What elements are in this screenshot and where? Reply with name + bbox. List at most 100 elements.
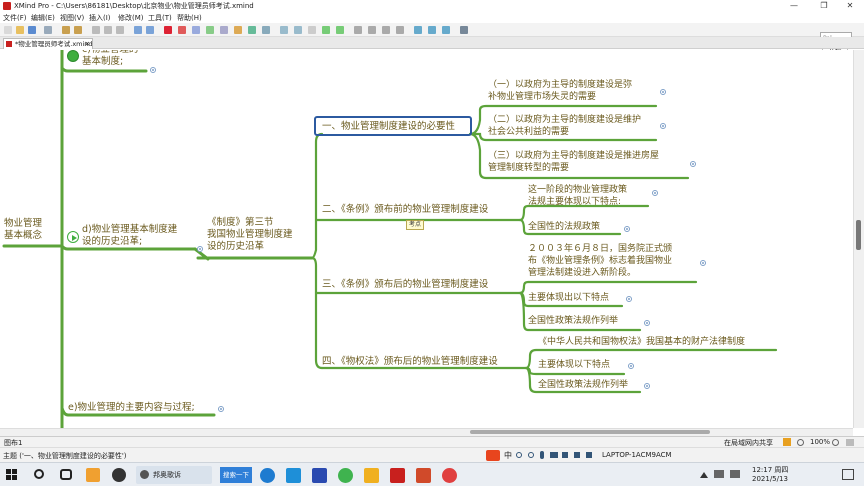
branch-1-necessity[interactable]: 一、物业管理制度建设的必要性 (322, 121, 455, 133)
b4-child-3[interactable]: 全国性政策法规作列举 (538, 379, 628, 391)
fit-icon[interactable] (308, 26, 316, 34)
upload-icon[interactable] (428, 26, 436, 34)
undo-icon[interactable] (62, 26, 70, 34)
menu-insert[interactable]: 插入(I) (89, 13, 111, 23)
clock-time[interactable]: 12:17 周四 (752, 465, 788, 475)
b3-child-1-toggle[interactable] (700, 260, 706, 266)
tray-expand-icon[interactable] (700, 470, 708, 478)
drill-down-icon[interactable] (322, 26, 330, 34)
collapse-toggle-d[interactable] (197, 246, 203, 252)
drill-up-icon[interactable] (336, 26, 344, 34)
open-folder-icon[interactable] (16, 26, 24, 34)
branch-2-before-regulation[interactable]: 二、《条例》颁布前的物业管理制度建设 (322, 204, 488, 216)
redo-icon[interactable] (74, 26, 82, 34)
menu-file[interactable]: 文件(F) (3, 13, 27, 23)
mindmap-canvas[interactable]: c)物业管理的 基本制度; 物业管理 基本概念 d)物业管理基本制度建 设的历史… (0, 50, 853, 428)
subtopic-icon[interactable] (146, 26, 154, 34)
b4-child-2-toggle[interactable] (628, 363, 634, 369)
relationship-icon[interactable] (192, 26, 200, 34)
vertical-scroll-thumb[interactable] (856, 220, 861, 250)
layout-icon[interactable] (354, 26, 362, 34)
style-icon[interactable] (396, 26, 404, 34)
b3-child-2[interactable]: 主要体现出以下特点 (528, 292, 609, 304)
microphone-icon[interactable] (540, 451, 544, 459)
zoom-level[interactable]: 100% (810, 438, 830, 446)
boundary-icon[interactable] (206, 26, 214, 34)
zoom-out-icon[interactable] (294, 26, 302, 34)
b1-child-3[interactable]: （三）以政府为主导的制度建设是推进房屋 管理制度转型的需要 (488, 150, 659, 174)
menu-tools[interactable]: 工具(T) (148, 13, 172, 23)
search-button[interactable]: 搜索一下 (220, 467, 252, 483)
topic-e-content-process[interactable]: e)物业管理的主要内容与过程; (68, 402, 195, 414)
check-marker-icon[interactable] (67, 50, 79, 62)
collapse-toggle-c[interactable] (150, 67, 156, 73)
windows-start-icon[interactable] (6, 469, 18, 481)
minimize-button[interactable]: — (780, 0, 808, 12)
paste-icon[interactable] (116, 26, 124, 34)
presentation-icon[interactable] (442, 26, 450, 34)
b2-child-2[interactable]: 全国性的法规政策 (528, 221, 600, 233)
settings-gear-icon[interactable] (460, 26, 468, 34)
app-icon-3[interactable] (312, 468, 327, 483)
filter-icon[interactable] (783, 438, 791, 446)
sogou-ime-icon[interactable] (486, 450, 500, 461)
collapse-toggle-e[interactable] (218, 406, 224, 412)
store-icon[interactable] (286, 468, 301, 483)
skin-icon[interactable] (562, 452, 568, 458)
priority-icon[interactable] (178, 26, 186, 34)
app-icon-4[interactable] (338, 468, 353, 483)
topic-c-basic-system[interactable]: c)物业管理的 基本制度; (82, 50, 138, 68)
network-icon[interactable] (714, 470, 724, 478)
horizontal-scrollbar[interactable] (0, 428, 853, 436)
branch-4-after-property-law[interactable]: 四、《物权法》颁布后的物业管理制度建设 (322, 356, 498, 368)
b4-child-3-toggle[interactable] (644, 383, 650, 389)
clock-date[interactable]: 2021/5/13 (752, 475, 788, 483)
b1-child-2[interactable]: （二）以政府为主导的制度建设是维护 社会公共利益的需要 (488, 114, 641, 138)
task-view-icon[interactable] (60, 469, 72, 480)
attachment-icon[interactable] (248, 26, 256, 34)
new-icon[interactable] (4, 26, 12, 34)
topic-icon[interactable] (134, 26, 142, 34)
powerpoint-icon[interactable] (416, 468, 431, 483)
zoom-in-icon[interactable] (280, 26, 288, 34)
b3-child-1[interactable]: ２００３年６月８日，国务院正式颁 布《物业管理条例》标志着我国物业 管理法制建设… (528, 243, 672, 279)
zoom-out-icon[interactable] (797, 439, 804, 446)
fit-view-icon[interactable] (846, 439, 854, 446)
topic-d-history[interactable]: d)物业管理基本制度建 设的历史沿革; (82, 224, 177, 248)
menu-grid-icon[interactable] (586, 452, 592, 458)
tab-close-icon[interactable]: ✕ (85, 39, 90, 49)
b1-child-3-toggle[interactable] (690, 161, 696, 167)
b4-child-2[interactable]: 主要体现以下特点 (538, 359, 610, 371)
menu-help[interactable]: 帮助(H) (177, 13, 202, 23)
b4-child-1[interactable]: 《中华人民共和国物权法》我国基本的财产法律制度 (538, 336, 745, 348)
close-button[interactable]: ✕ (836, 0, 864, 12)
print-icon[interactable] (44, 26, 52, 34)
share-icon[interactable] (414, 26, 422, 34)
marker-flag-icon[interactable] (164, 26, 172, 34)
root-topic[interactable]: 物业管理 基本概念 (4, 218, 42, 242)
play-marker-icon[interactable] (67, 231, 79, 243)
zoom-in-icon[interactable] (832, 439, 839, 446)
volume-icon[interactable] (730, 470, 740, 478)
note-icon[interactable] (234, 26, 242, 34)
summary-icon[interactable] (220, 26, 228, 34)
ime-mode[interactable]: 中 (504, 450, 512, 461)
edge-browser-icon[interactable] (260, 468, 275, 483)
xmind-taskbar-icon[interactable] (390, 468, 405, 483)
emoji-icon[interactable] (528, 452, 534, 458)
b3-child-2-toggle[interactable] (626, 296, 632, 302)
structure-icon[interactable] (368, 26, 376, 34)
branch-3-after-regulation[interactable]: 三、《条例》颁布后的物业管理制度建设 (322, 279, 488, 291)
b2-child-1-toggle[interactable] (652, 190, 658, 196)
copy-icon[interactable] (104, 26, 112, 34)
notification-icon[interactable] (842, 469, 854, 480)
section-third[interactable]: 《制度》第三节 我国物业管理制度建 设的历史沿革 (207, 217, 293, 253)
save-icon[interactable] (28, 26, 36, 34)
cut-icon[interactable] (92, 26, 100, 34)
hyperlink-icon[interactable] (262, 26, 270, 34)
b3-child-3-toggle[interactable] (644, 320, 650, 326)
menu-view[interactable]: 视图(V) (60, 13, 84, 23)
app-icon-6[interactable] (442, 468, 457, 483)
maximize-button[interactable]: ❐ (810, 0, 838, 12)
menu-modify[interactable]: 修改(M) (118, 13, 144, 23)
